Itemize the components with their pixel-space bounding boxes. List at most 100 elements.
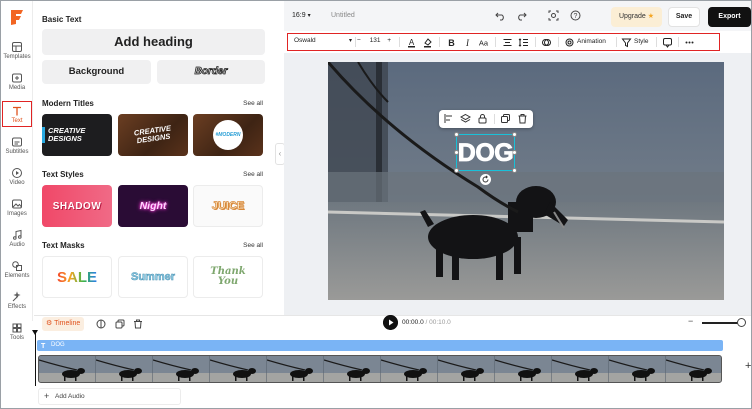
rail-item-audio[interactable]: Audio	[2, 227, 32, 255]
undo-icon[interactable]	[495, 10, 506, 21]
text-mask-thank-you[interactable]: Thank You	[193, 256, 263, 298]
plus-icon: +	[44, 391, 50, 401]
svg-text:?: ?	[574, 13, 578, 20]
play-button[interactable]	[383, 315, 398, 330]
minus-icon[interactable]: −	[357, 37, 361, 44]
help-icon[interactable]: ?	[570, 10, 581, 21]
add-audio-label: Add Audio	[55, 393, 85, 400]
rail-label: Subtitles	[5, 149, 29, 155]
playhead[interactable]	[32, 330, 38, 386]
modern-titles-see-all[interactable]: See all	[243, 100, 263, 107]
elements-icon	[12, 261, 22, 271]
rail-item-elements[interactable]: Elements	[2, 258, 32, 286]
svg-text:B: B	[448, 38, 455, 48]
layers-icon[interactable]	[460, 113, 471, 124]
background-text-button[interactable]: Background	[42, 60, 151, 84]
animation-icon	[565, 38, 574, 47]
text-icon: T	[41, 343, 46, 350]
rotate-icon[interactable]	[480, 174, 491, 185]
canvas-text-element[interactable]: DOG	[457, 137, 514, 169]
aspect-ratio-value: 16:9	[292, 12, 306, 19]
bold-icon[interactable]: B	[446, 37, 457, 48]
text-panel: Basic Text Add heading Background Border…	[34, 1, 277, 315]
export-button[interactable]: Export	[708, 7, 751, 27]
font-family-dropdown[interactable]: Oswald ▾	[294, 37, 352, 48]
timeline-label: Timeline	[54, 320, 81, 327]
rail-item-tools[interactable]: Tools	[2, 320, 32, 348]
text-mask-summer[interactable]: Summer	[118, 256, 188, 298]
highlight-color-icon[interactable]	[422, 37, 433, 48]
modern-title-thumb-3[interactable]: #MODERN DESIGN	[193, 114, 263, 156]
rail-item-text[interactable]: Text	[2, 101, 32, 127]
text-style-night[interactable]: Night	[118, 185, 188, 227]
lock-icon[interactable]	[477, 113, 488, 124]
align-icon[interactable]	[443, 113, 454, 124]
audio-icon	[13, 229, 22, 240]
rail-item-templates[interactable]: Templates	[2, 39, 32, 67]
delete-icon[interactable]	[133, 319, 143, 329]
font-size-value[interactable]: 131	[370, 37, 381, 44]
duplicate-icon[interactable]	[500, 113, 511, 124]
more-options-icon[interactable]	[684, 37, 695, 48]
effects-icon[interactable]	[541, 37, 552, 48]
align-center-icon[interactable]	[502, 37, 513, 48]
redo-icon[interactable]	[516, 10, 527, 21]
text-styles-heading: Text Styles	[42, 170, 84, 179]
text-masks-see-all[interactable]: See all	[243, 242, 263, 249]
delete-icon[interactable]	[517, 113, 528, 124]
text-clip-label: DOG	[51, 342, 65, 348]
crown-icon: ★	[647, 13, 655, 20]
border-text-button[interactable]: Border	[157, 60, 265, 84]
timeline-panel: ⚙ Timeline 00:00.0 / 00:10.0 − T DOG + +…	[32, 315, 751, 408]
timeline-toggle-button[interactable]: ⚙ Timeline	[42, 317, 84, 331]
rail-label: Text	[11, 118, 23, 124]
text-case-icon[interactable]: Aa	[478, 37, 489, 48]
italic-icon[interactable]: I	[462, 37, 473, 48]
media-icon	[12, 73, 22, 83]
text-style-shadow[interactable]: SHADOW	[42, 185, 112, 227]
zoom-slider[interactable]	[702, 322, 742, 324]
aspect-ratio-dropdown[interactable]: 16:9 ▾	[292, 12, 311, 19]
element-floating-toolbar	[439, 110, 533, 128]
tools-icon	[12, 323, 22, 333]
rail-item-media[interactable]: Media	[2, 70, 32, 98]
add-heading-button[interactable]: Add heading	[42, 29, 265, 55]
app-logo[interactable]	[9, 8, 25, 26]
text-style-juice[interactable]: JUICE	[193, 185, 263, 227]
add-audio-button[interactable]: + Add Audio	[38, 388, 181, 405]
split-icon[interactable]	[96, 319, 106, 329]
rail-item-images[interactable]: Images	[2, 196, 32, 224]
toolbar-divider	[495, 37, 496, 47]
rail-item-effects[interactable]: Effects	[2, 289, 32, 317]
project-title[interactable]: Untitled	[331, 12, 355, 19]
line-spacing-icon[interactable]	[518, 37, 529, 48]
zoom-out-button[interactable]: −	[688, 316, 693, 326]
text-clip[interactable]: T DOG	[37, 340, 723, 351]
comment-icon[interactable]	[662, 37, 673, 48]
text-mask-sale[interactable]: SALE	[42, 256, 112, 298]
svg-text:A: A	[409, 38, 415, 47]
video-clip[interactable]	[38, 355, 722, 383]
rail-item-video[interactable]: Video	[2, 165, 32, 193]
thumb-label: SALE	[56, 268, 97, 286]
video-preview[interactable]	[328, 62, 724, 300]
effects-icon	[12, 291, 21, 302]
add-track-button[interactable]: +	[745, 360, 751, 372]
duplicate-icon[interactable]	[115, 319, 125, 329]
rail-item-subtitles[interactable]: Subtitles	[2, 134, 32, 162]
modern-title-thumb-2[interactable]: CREATIVE DESIGNS	[118, 114, 188, 156]
thumb-label: Thank You	[210, 266, 246, 287]
svg-text:I: I	[465, 38, 470, 48]
text-color-icon[interactable]: A	[406, 37, 417, 48]
filter-icon	[621, 38, 632, 48]
screenshot-icon[interactable]	[548, 10, 559, 21]
modern-title-thumb-1[interactable]: CREATIVE DESIGNS	[42, 114, 112, 156]
thumb-label: CREATIVE DESIGNS	[133, 123, 172, 146]
text-toolbar: Oswald ▾ − 131 + A B I Aa Animation Styl…	[287, 33, 720, 51]
text-styles-see-all[interactable]: See all	[243, 171, 263, 178]
font-size-stepper[interactable]: − 131 +	[357, 37, 395, 44]
upgrade-button[interactable]: Upgrade ★	[611, 7, 662, 27]
zoom-slider-handle[interactable]	[737, 318, 746, 327]
plus-icon[interactable]: +	[387, 37, 391, 44]
save-button[interactable]: Save	[668, 7, 700, 27]
